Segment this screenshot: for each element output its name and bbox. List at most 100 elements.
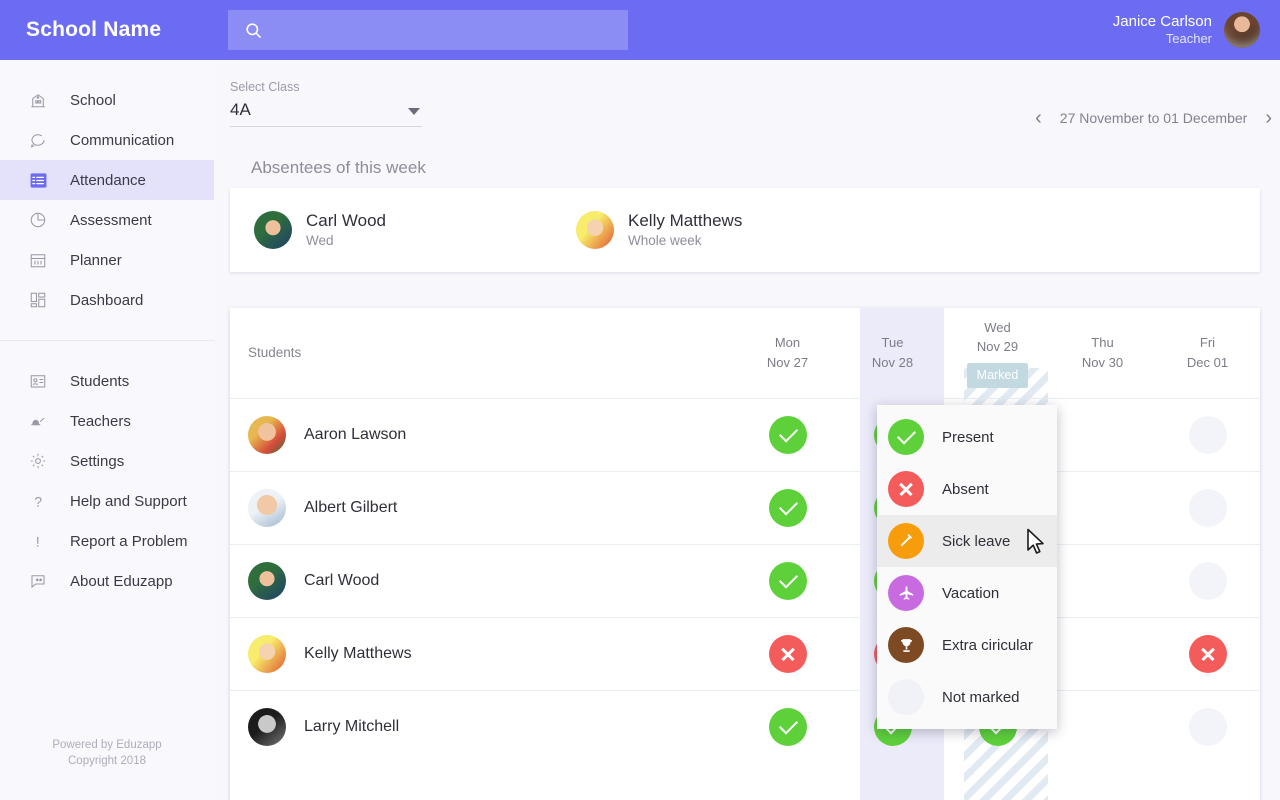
mark-present-icon[interactable] [768, 488, 807, 527]
avatar[interactable] [1224, 12, 1260, 48]
sidebar-item-teachers[interactable]: Teachers [0, 401, 214, 441]
attendance-cell-fri[interactable] [1155, 398, 1260, 471]
sidebar-item-label: School [70, 91, 116, 109]
absentee-item[interactable]: Carl Wood Wed [254, 210, 386, 249]
mark-present-icon[interactable] [768, 415, 807, 454]
menu-item-vacation[interactable]: Vacation [877, 567, 1057, 619]
table-row: Aaron Lawson [230, 398, 1260, 471]
day-date: Nov 27 [766, 354, 809, 370]
sidebar-item-planner[interactable]: Planner [0, 240, 214, 280]
sidebar-item-school[interactable]: School [0, 80, 214, 120]
menu-item-label: Not marked [942, 688, 1020, 706]
sidebar-item-label: Students [70, 372, 130, 390]
mark-absent-icon[interactable] [1188, 634, 1227, 673]
user-role: Teacher [1165, 31, 1212, 47]
sidebar-item-students[interactable]: Students [0, 361, 214, 401]
column-header-tue[interactable]: Tue Nov 28 [840, 308, 945, 398]
main-content: Select Class 4A ‹ 27 November to 01 Dece… [214, 60, 1280, 800]
search-box[interactable] [228, 10, 628, 50]
menu-item-label: Present [942, 428, 994, 446]
attendance-cell-mon[interactable] [735, 398, 840, 471]
sidebar-item-label: Dashboard [70, 291, 144, 309]
table-row: Larry Mitchell [230, 690, 1260, 763]
airplane-icon [888, 575, 924, 611]
mouse-pointer-icon [1026, 528, 1046, 561]
menu-item-label: Absent [942, 480, 989, 498]
column-header-students: Students [248, 345, 302, 361]
attendance-cell-fri[interactable] [1155, 690, 1260, 763]
sidebar: School Communication Attendance Assessme… [0, 60, 214, 800]
sidebar-item-settings[interactable]: Settings [0, 441, 214, 481]
gear-icon [28, 451, 48, 471]
mark-blank-icon [1084, 635, 1122, 673]
user-profile[interactable]: Janice Carlson Teacher [1113, 0, 1260, 60]
week-navigator: ‹ 27 November to 01 December › [1035, 108, 1272, 128]
sidebar-item-report-a-problem[interactable]: ! Report a Problem [0, 521, 214, 561]
sidebar-item-attendance[interactable]: Attendance [0, 160, 214, 200]
avatar [254, 211, 292, 249]
attendance-cell-mon[interactable] [735, 690, 840, 763]
menu-item-present[interactable]: Present [877, 411, 1057, 463]
menu-item-extra-ciricular[interactable]: Extra ciricular [877, 619, 1057, 671]
chevron-right-icon[interactable]: › [1265, 108, 1272, 128]
mark-not-marked-icon[interactable] [1188, 561, 1227, 600]
avatar [576, 211, 614, 249]
chevron-down-icon[interactable] [408, 108, 420, 115]
mark-absent-icon[interactable] [768, 634, 807, 673]
sidebar-item-dashboard[interactable]: Dashboard [0, 280, 214, 320]
mark-not-marked-icon[interactable] [1188, 707, 1227, 746]
absentee-text: Carl Wood Wed [306, 210, 386, 249]
absentee-item[interactable]: Kelly Matthews Whole week [576, 210, 742, 249]
sidebar-item-label: Assessment [70, 211, 152, 229]
mark-blank-icon [1084, 708, 1122, 746]
school-name-brand: School Name [26, 18, 162, 41]
attendance-cell-thu [1050, 398, 1155, 471]
menu-item-label: Sick leave [942, 532, 1011, 550]
sidebar-item-assessment[interactable]: Assessment [0, 200, 214, 240]
menu-item-absent[interactable]: Absent [877, 463, 1057, 515]
sidebar-item-label: Attendance [70, 171, 146, 189]
class-selector-control[interactable]: 4A [230, 100, 422, 127]
sidebar-item-label: Communication [70, 131, 175, 149]
search-input[interactable] [263, 21, 628, 39]
copyright-text: Copyright 2018 [68, 755, 146, 768]
attendance-cell-thu [1050, 544, 1155, 617]
absentee-detail: Wed [306, 232, 334, 248]
avatar [248, 634, 286, 673]
sidebar-item-communication[interactable]: Communication [0, 120, 214, 160]
attendance-page: School Name Janice Carlson Teacher Schoo… [0, 0, 1280, 800]
absentees-card: Carl Wood Wed Kelly Matthews Whole week [230, 188, 1260, 272]
mark-not-marked-icon[interactable] [1188, 415, 1227, 454]
class-selector-label: Select Class [230, 80, 300, 94]
menu-item-not-marked[interactable]: Not marked [877, 671, 1057, 723]
mark-blank-icon [1084, 416, 1122, 454]
attendance-cell-mon[interactable] [735, 617, 840, 690]
column-header-thu[interactable]: Thu Nov 30 [1050, 308, 1155, 398]
mark-present-icon[interactable] [768, 707, 807, 746]
attendance-cell-fri[interactable] [1155, 544, 1260, 617]
mark-not-marked-icon[interactable] [1188, 488, 1227, 527]
week-range-label: 27 November to 01 December [1059, 110, 1248, 126]
mark-present-icon[interactable] [768, 561, 807, 600]
empty-circle-icon [888, 679, 924, 715]
column-header-fri[interactable]: Fri Dec 01 [1155, 308, 1260, 398]
attendance-cell-mon[interactable] [735, 544, 840, 617]
day-name: Fri [1199, 335, 1216, 351]
attendance-table-body: Aaron Lawson Albert Gilbert Carl Wood Ke… [230, 398, 1260, 763]
day-name: Mon [774, 335, 801, 351]
chevron-left-icon[interactable]: ‹ [1035, 108, 1042, 128]
menu-item-label: Vacation [942, 584, 1000, 602]
attendance-cell-thu [1050, 471, 1155, 544]
column-header-mon[interactable]: Mon Nov 27 [735, 308, 840, 398]
class-selector[interactable]: Select Class 4A [230, 80, 422, 127]
column-header-wed[interactable]: Wed Nov 29 Marked [945, 308, 1050, 398]
sidebar-item-label: Help and Support [70, 492, 187, 510]
day-date: Nov 29 [976, 339, 1019, 355]
top-bar: School Name Janice Carlson Teacher [0, 0, 1280, 60]
attendance-cell-fri[interactable] [1155, 471, 1260, 544]
attendance-cell-fri[interactable] [1155, 617, 1260, 690]
attendance-table: Students Mon Nov 27 Tue Nov 28 Wed Nov 2… [230, 308, 1260, 763]
sidebar-item-about-eduzapp[interactable]: About Eduzapp [0, 561, 214, 601]
attendance-cell-mon[interactable] [735, 471, 840, 544]
sidebar-item-help-and-support[interactable]: ? Help and Support [0, 481, 214, 521]
